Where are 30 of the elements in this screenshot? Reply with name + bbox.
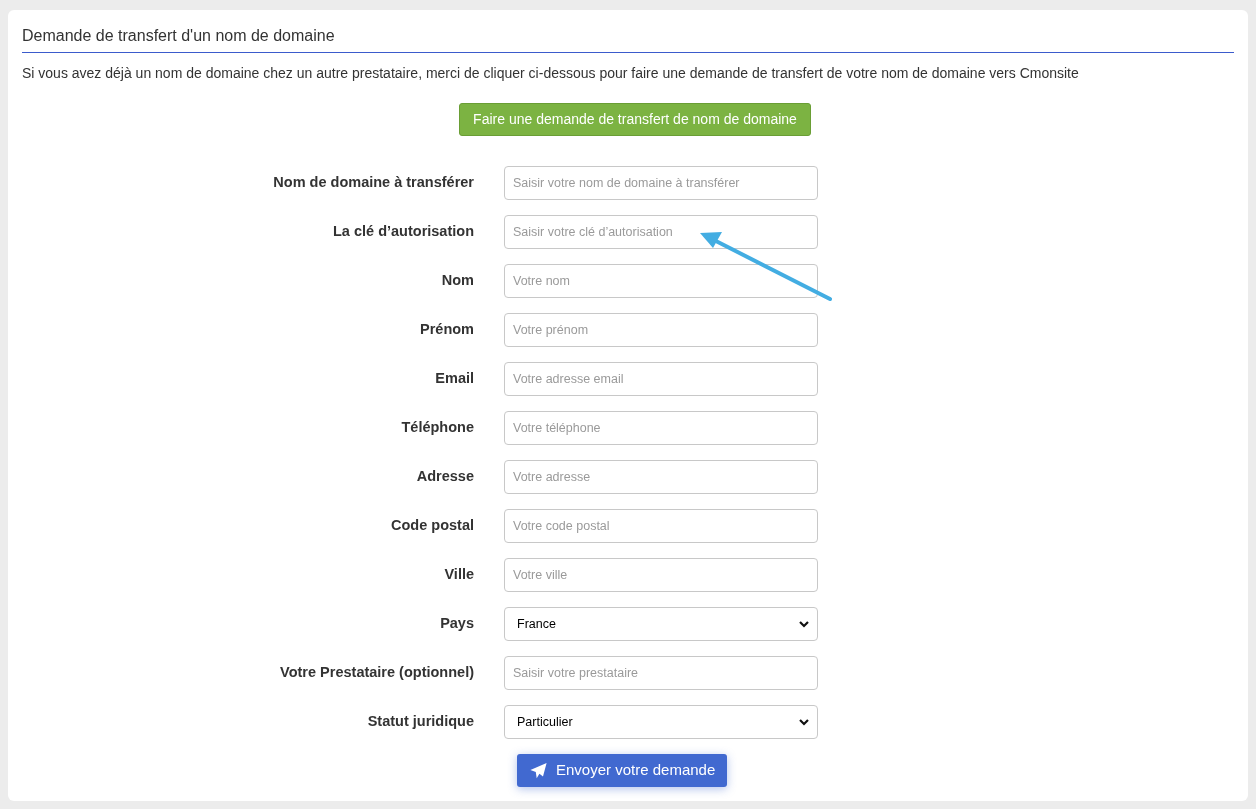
field-label: Statut juridique — [366, 712, 474, 732]
input-field[interactable]: Votre prénom — [504, 313, 818, 347]
input-field[interactable]: Votre téléphone — [504, 411, 818, 445]
field-label: Nom — [440, 271, 474, 291]
field-label: Ville — [443, 565, 474, 585]
field-label: Code postal — [390, 516, 474, 536]
input-field[interactable]: Votre code postal — [504, 509, 818, 543]
input-field[interactable]: Votre nom — [504, 264, 818, 298]
field-label: Votre Prestataire (optionnel) — [279, 663, 474, 683]
section-title: Demande de transfert d'un nom de domaine — [22, 26, 1234, 53]
field-label: Prénom — [419, 320, 474, 340]
dropdown[interactable]: France — [504, 607, 818, 641]
field-label: Adresse — [415, 467, 474, 487]
field-label: Téléphone — [400, 418, 474, 438]
field-label: La clé d’autorisation — [332, 222, 474, 242]
input-field[interactable]: Votre adresse email — [504, 362, 818, 396]
chevron-down-icon — [799, 620, 809, 628]
chevron-down-icon — [799, 718, 809, 726]
field-label: Email — [434, 369, 474, 389]
dropdown[interactable]: Particulier — [504, 705, 818, 739]
field-label: Pays — [439, 614, 474, 634]
send-request-button[interactable]: Envoyer votre demande — [517, 754, 728, 787]
intro-text: Si vous avez déjà un nom de domaine chez un autre prestataire, merci de cliquer ci-dessous pour faire une demande de transfert de votre nom de domaine vers Cmonsite — [22, 64, 1080, 83]
input-field[interactable]: Saisir votre nom de domaine à transférer — [504, 166, 818, 200]
input-field[interactable]: Saisir votre clé d’autorisation — [504, 215, 818, 249]
input-field[interactable]: Saisir votre prestataire — [504, 656, 818, 690]
input-field[interactable]: Votre adresse — [504, 460, 818, 494]
input-field[interactable]: Votre ville — [504, 558, 818, 592]
field-label: Nom de domaine à transférer — [272, 173, 474, 193]
paper-plane-icon — [529, 761, 548, 780]
